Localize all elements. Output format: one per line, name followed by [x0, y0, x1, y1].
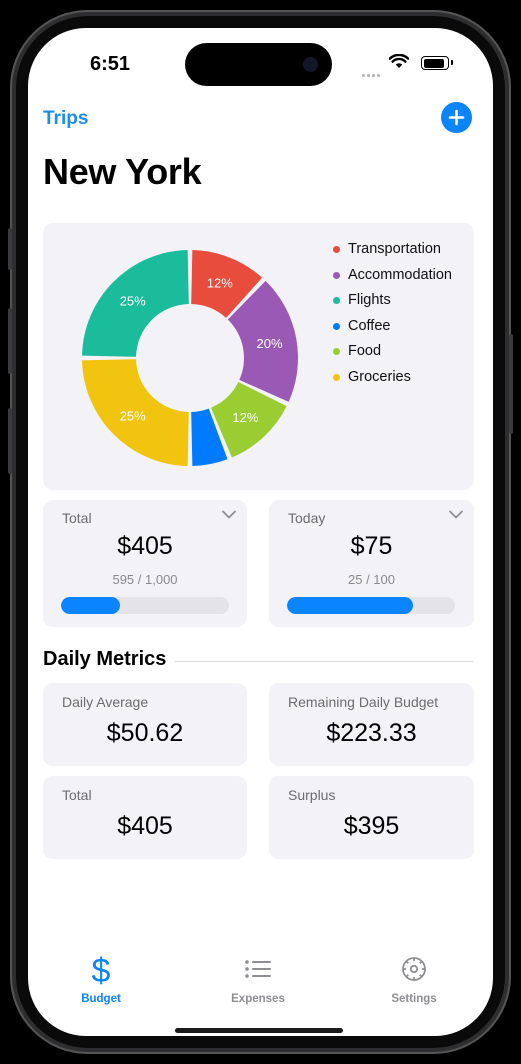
back-button-trips[interactable]: Trips	[43, 108, 88, 130]
status-time: 6:51	[90, 53, 131, 75]
slice-label: 25%	[120, 294, 146, 309]
total-progress-text: 595 / 1,000	[112, 572, 178, 587]
legend-label: Food	[348, 343, 382, 359]
metric-label: Total	[62, 787, 92, 803]
side-button	[509, 334, 513, 434]
plus-icon	[448, 109, 465, 126]
legend-item: Coffee	[331, 317, 452, 343]
today-progress-text: 25 / 100	[348, 572, 395, 587]
legend-item: Groceries	[331, 368, 452, 394]
side-button	[8, 408, 12, 474]
wifi-icon	[389, 54, 409, 68]
dollar-icon: $	[92, 952, 111, 990]
tab-label: Budget	[81, 993, 121, 1005]
tab-settings[interactable]: Settings	[354, 952, 474, 1005]
total-progress-fill	[61, 597, 120, 614]
legend-label: Transportation	[348, 241, 441, 257]
page-title: New York	[43, 151, 202, 192]
metric-label: Surplus	[288, 787, 336, 803]
list-icon	[245, 960, 271, 978]
today-summary-card[interactable]: Today $75 25 / 100	[269, 500, 474, 627]
tab-expenses[interactable]: Expenses	[198, 952, 318, 1005]
chevron-down-icon[interactable]	[222, 510, 236, 519]
donut-chart: 12% 20% 12% 25% 25%	[82, 250, 298, 466]
tab-bar: $ Budget Expenses Settings	[28, 948, 493, 1036]
gear-icon	[402, 957, 426, 981]
add-button[interactable]	[441, 102, 472, 133]
metric-value: $395	[343, 812, 400, 840]
cellular-signal-icon	[362, 64, 382, 77]
legend-swatch	[333, 271, 340, 279]
today-progress-fill	[287, 597, 413, 614]
slice-label: 12%	[207, 276, 233, 291]
legend-swatch	[333, 322, 340, 330]
metric-value: $405	[117, 812, 173, 840]
metric-card-remaining-daily-budget: Remaining Daily Budget $223.33	[269, 683, 474, 766]
legend-label: Flights	[348, 292, 391, 308]
today-progress-bar	[287, 597, 455, 614]
legend-swatch	[333, 246, 340, 253]
legend-item: Flights	[331, 291, 452, 317]
legend-swatch	[333, 373, 340, 381]
legend-swatch	[333, 348, 340, 355]
legend-label: Coffee	[348, 317, 391, 334]
legend-item: Transportation	[331, 240, 452, 266]
metric-value: $223.33	[326, 719, 417, 747]
side-button	[8, 228, 12, 270]
legend-label: Accommodation	[348, 266, 452, 283]
total-progress-bar	[61, 597, 229, 614]
slice-label: 20%	[257, 336, 283, 351]
divider	[175, 661, 473, 662]
metric-label: Remaining Daily Budget	[288, 694, 439, 710]
slice-label: 12%	[232, 410, 258, 425]
screen: 6:51 Trips New York 12% 20% 12% 25% 25% Tran…	[28, 28, 493, 1036]
tab-label: Settings	[391, 993, 437, 1005]
metric-card-daily-average: Daily Average $50.62	[43, 683, 247, 766]
total-summary-card[interactable]: Total $405 595 / 1,000	[43, 500, 247, 627]
legend-item: Accommodation	[331, 266, 452, 292]
status-bar: 6:51	[28, 28, 493, 88]
tab-label: Expenses	[231, 993, 285, 1005]
daily-metrics-heading: Daily Metrics	[43, 648, 167, 670]
today-label: Today	[288, 510, 326, 526]
svg-text:$: $	[92, 952, 111, 986]
tab-budget[interactable]: $ Budget	[41, 952, 161, 1005]
side-button	[8, 308, 12, 374]
dynamic-island	[185, 43, 332, 86]
legend-swatch	[333, 297, 340, 304]
chart-legend: Transportation Accommodation Flights Coffee…	[331, 240, 452, 393]
metric-value: $50.62	[106, 719, 184, 747]
home-indicator	[175, 1028, 343, 1033]
metric-card-total: Total $405	[43, 776, 247, 859]
metric-card-surplus: Surplus $395	[269, 776, 474, 859]
camera-icon	[303, 57, 318, 72]
battery-icon	[421, 56, 453, 70]
legend-label: Groceries	[348, 368, 411, 385]
total-amount: $405	[117, 532, 173, 560]
chevron-down-icon[interactable]	[449, 510, 463, 519]
metric-label: Daily Average	[62, 694, 149, 710]
today-amount: $75	[350, 532, 393, 560]
total-label: Total	[62, 510, 92, 526]
legend-item: Food	[331, 342, 452, 368]
slice-label: 25%	[120, 408, 146, 423]
